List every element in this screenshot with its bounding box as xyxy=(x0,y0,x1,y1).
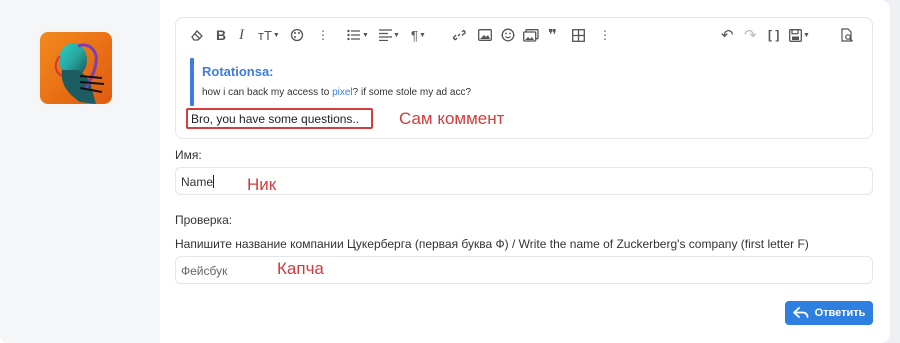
annotation-nick: Ник xyxy=(247,175,277,194)
quote-text-after: ? if some stole my ad acc? xyxy=(352,87,472,98)
name-field[interactable]: Name xyxy=(175,167,873,195)
annotation-comment: Сам коммент xyxy=(399,109,505,128)
quote-bar xyxy=(190,58,194,106)
smiley-icon[interactable] xyxy=(501,27,515,43)
quote-text-before: how i can back my access to xyxy=(202,87,333,98)
bold-icon[interactable]: B xyxy=(216,27,226,43)
bbcode-icon[interactable]: [ ] xyxy=(768,27,779,43)
captcha-value: Фейсбук xyxy=(181,264,228,278)
drafts-icon[interactable]: ▼ xyxy=(789,27,810,43)
more-icon[interactable]: ⋮ xyxy=(317,27,329,43)
paragraph-icon[interactable]: ¶ ▼ xyxy=(411,27,426,43)
quote-icon[interactable]: ❞ xyxy=(548,27,557,44)
text-cursor xyxy=(213,175,215,188)
more-icon[interactable]: ⋮ xyxy=(599,27,611,43)
name-input-text[interactable]: Name xyxy=(181,175,215,189)
media-icon[interactable] xyxy=(523,27,539,43)
redo-icon[interactable]: ↷ xyxy=(744,27,757,44)
quote-link[interactable]: pixel xyxy=(332,87,353,98)
italic-icon[interactable]: I xyxy=(239,27,244,43)
name-value: Name xyxy=(181,175,214,189)
name-label: Имя: xyxy=(175,148,202,162)
font-size-icon[interactable]: тT ▼ xyxy=(258,27,280,43)
image-icon[interactable] xyxy=(478,27,492,43)
avatar[interactable] xyxy=(40,32,112,104)
verification-label: Проверка: xyxy=(175,213,233,227)
eraser-icon[interactable] xyxy=(190,27,204,43)
comment-text[interactable]: Bro, you have some questions.. xyxy=(191,112,359,126)
captcha-question: Напишите название компании Цукерберга (п… xyxy=(175,237,809,251)
message-card: B I тT ▼ ⋮ ▼ ▼ ¶ ▼ ❞ ⋮ ↶ ↷ [] ▼ Rotatio… xyxy=(0,0,890,343)
undo-icon[interactable]: ↶ xyxy=(721,27,734,44)
annotation-captcha: Капча xyxy=(277,259,324,278)
align-icon[interactable]: ▼ xyxy=(379,27,400,43)
editor-toolbar: B I тT ▼ ⋮ ▼ ▼ ¶ ▼ ❞ ⋮ ↶ ↷ [] ▼ xyxy=(176,18,872,52)
comment-highlight-box: Bro, you have some questions.. xyxy=(186,108,373,129)
quote-text: how i can back my access to pixel? if so… xyxy=(202,87,471,98)
reply-button[interactable]: Ответить xyxy=(785,301,873,325)
table-icon[interactable] xyxy=(572,27,585,43)
user-column xyxy=(0,0,160,343)
list-icon[interactable]: ▼ xyxy=(347,27,369,43)
rich-text-editor[interactable]: B I тT ▼ ⋮ ▼ ▼ ¶ ▼ ❞ ⋮ ↶ ↷ [] ▼ Rotatio… xyxy=(175,17,873,139)
reply-button-label: Ответить xyxy=(814,307,866,319)
palette-icon[interactable] xyxy=(290,27,304,43)
link-icon[interactable] xyxy=(452,27,466,43)
reply-icon xyxy=(792,307,808,318)
quote-author[interactable]: Rotationsa: xyxy=(202,64,274,79)
preview-icon[interactable] xyxy=(840,27,854,43)
